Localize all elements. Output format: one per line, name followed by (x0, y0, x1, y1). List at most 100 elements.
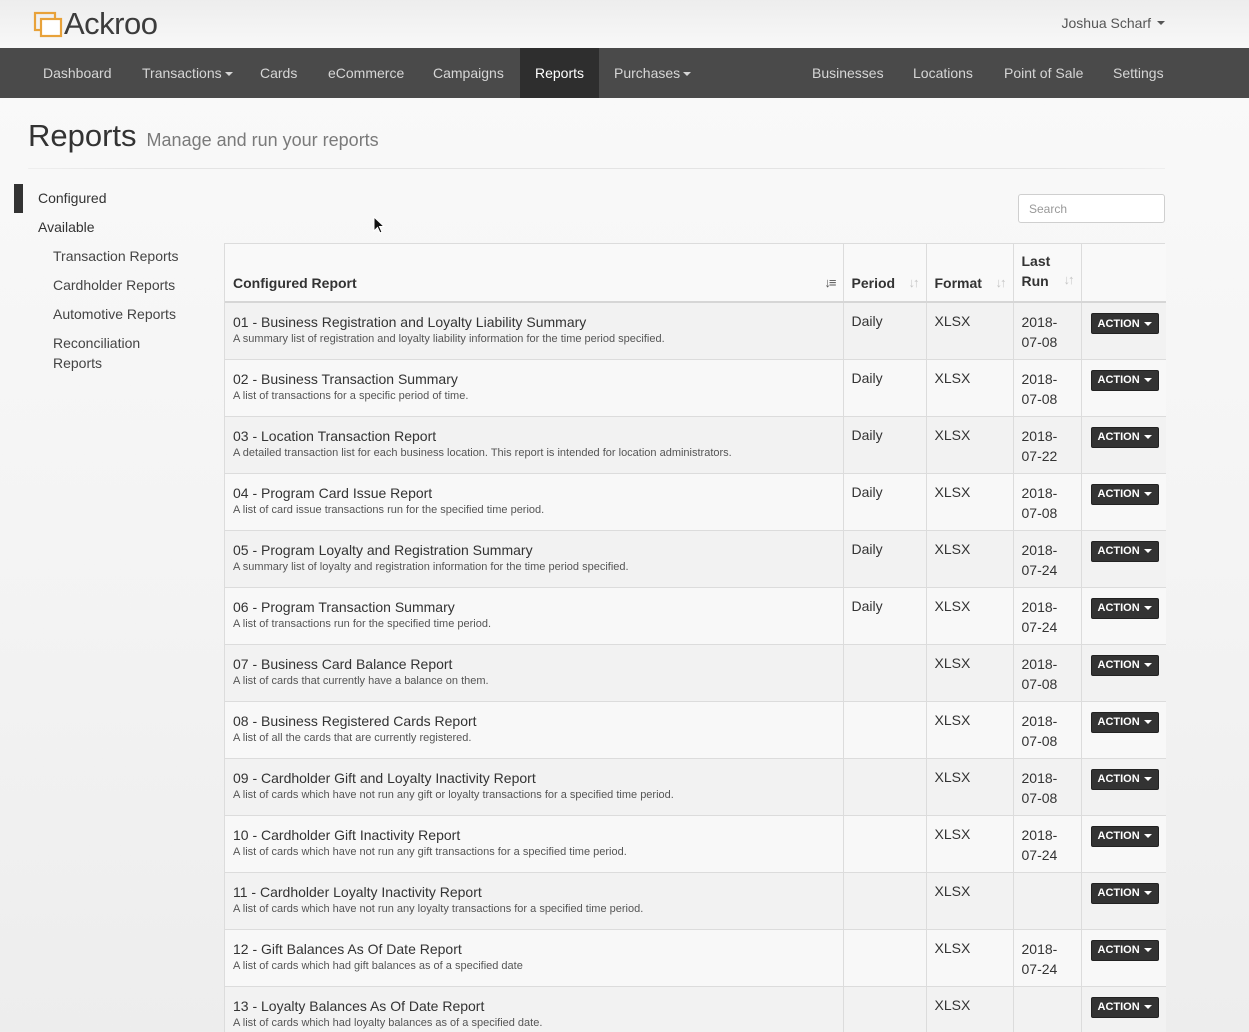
nav-purchases[interactable]: Purchases (600, 48, 705, 98)
nav-businesses[interactable]: Businesses (798, 48, 898, 98)
action-button-label: ACTION (1097, 431, 1140, 443)
action-cell: ACTION (1081, 701, 1166, 759)
report-name[interactable]: 02 - Business Transaction Summary (233, 370, 835, 388)
action-button[interactable]: ACTION (1090, 426, 1159, 448)
table-row[interactable]: 10 - Cardholder Gift Inactivity Report A … (225, 815, 1166, 873)
nav-reports[interactable]: Reports (520, 48, 599, 98)
nav-label: Locations (913, 65, 973, 81)
nav-ecommerce[interactable]: eCommerce (314, 48, 418, 98)
nav-cards[interactable]: Cards (246, 48, 311, 98)
logo-mark-icon (33, 10, 63, 38)
table-row[interactable]: 01 - Business Registration and Loyalty L… (225, 302, 1166, 360)
nav-dashboard[interactable]: Dashboard (29, 48, 126, 98)
column-header-actions (1081, 244, 1166, 303)
report-name[interactable]: 01 - Business Registration and Loyalty L… (233, 313, 835, 331)
report-description: A list of all the cards that are current… (233, 731, 472, 744)
action-button[interactable]: ACTION (1090, 939, 1159, 961)
column-header-last-run[interactable]: Last Run ↓↑ (1013, 244, 1082, 303)
table-row[interactable]: 02 - Business Transaction Summary A list … (225, 359, 1166, 417)
report-name[interactable]: 12 - Gift Balances As Of Date Report (233, 940, 835, 958)
table-row[interactable]: 05 - Program Loyalty and Registration Su… (225, 530, 1166, 588)
nav-label: Campaigns (433, 65, 504, 81)
last-run-part: 2018- (1021, 541, 1058, 558)
table-row[interactable]: 07 - Business Card Balance Report A list … (225, 644, 1166, 702)
report-name[interactable]: 08 - Business Registered Cards Report (233, 712, 835, 730)
action-button[interactable]: ACTION (1090, 597, 1159, 619)
active-indicator (14, 184, 23, 213)
table-row[interactable]: 03 - Location Transaction Report A detail… (225, 416, 1166, 474)
last-run-cell: 2018- 07-08 (1013, 302, 1082, 360)
report-name[interactable]: 13 - Loyalty Balances As Of Date Report (233, 997, 835, 1015)
report-name[interactable]: 03 - Location Transaction Report (233, 427, 835, 445)
period-cell (843, 872, 927, 930)
action-button[interactable]: ACTION (1090, 825, 1159, 847)
report-name[interactable]: 10 - Cardholder Gift Inactivity Report (233, 826, 835, 844)
format-cell: XLSX (926, 530, 1014, 588)
nav-point-of-sale[interactable]: Point of Sale (990, 48, 1097, 98)
nav-campaigns[interactable]: Campaigns (419, 48, 518, 98)
table-row[interactable]: 06 - Program Transaction Summary A list o… (225, 587, 1166, 645)
report-name[interactable]: 06 - Program Transaction Summary (233, 598, 835, 616)
period-cell: Daily (843, 359, 927, 417)
report-name[interactable]: 07 - Business Card Balance Report (233, 655, 835, 673)
period-cell: Daily (843, 587, 927, 645)
sidebar-item-cardholder-reports[interactable]: Cardholder Reports (53, 275, 175, 295)
table-row[interactable]: 12 - Gift Balances As Of Date Report A li… (225, 929, 1166, 987)
user-menu[interactable]: Joshua Scharf (1062, 15, 1165, 31)
report-cell: 01 - Business Registration and Loyalty L… (225, 302, 844, 360)
action-button[interactable]: ACTION (1090, 369, 1159, 391)
report-cell: 06 - Program Transaction Summary A list o… (225, 587, 844, 645)
search-input[interactable] (1018, 194, 1165, 223)
action-button[interactable]: ACTION (1090, 882, 1159, 904)
action-button[interactable]: ACTION (1090, 996, 1159, 1018)
action-button[interactable]: ACTION (1090, 654, 1159, 676)
caret-down-icon (1143, 378, 1152, 382)
nav-transactions[interactable]: Transactions (128, 48, 247, 98)
table-row[interactable]: 04 - Program Card Issue Report A list of … (225, 473, 1166, 531)
last-run-part: 07-24 (1021, 846, 1058, 863)
table-row[interactable]: 11 - Cardholder Loyalty Inactivity Repor… (225, 872, 1166, 930)
report-name[interactable]: 04 - Program Card Issue Report (233, 484, 835, 502)
report-name[interactable]: 11 - Cardholder Loyalty Inactivity Repor… (233, 883, 835, 901)
table-row[interactable]: 08 - Business Registered Cards Report A l… (225, 701, 1166, 759)
column-header-label: Period (851, 275, 896, 291)
format-value: XLSX (934, 825, 971, 842)
last-run-part: 2018- (1021, 484, 1058, 501)
report-name[interactable]: 09 - Cardholder Gift and Loyalty Inactiv… (233, 769, 835, 787)
action-button[interactable]: ACTION (1090, 483, 1159, 505)
sidebar-item-reconciliation-reports[interactable]: Reconciliation Reports (53, 333, 140, 373)
action-cell: ACTION (1081, 986, 1166, 1032)
sidebar-item-transaction-reports[interactable]: Transaction Reports (53, 246, 179, 266)
format-cell: XLSX (926, 473, 1014, 531)
format-value: XLSX (934, 483, 971, 500)
column-header-format[interactable]: Format ↓↑ (926, 244, 1014, 303)
action-button[interactable]: ACTION (1090, 768, 1159, 790)
sort-icon: ↓↑ (1063, 272, 1075, 287)
format-value: XLSX (934, 426, 971, 443)
reports-table: Configured Report ↓≡ Period ↓↑ Format ↓↑… (224, 243, 1166, 1032)
sidebar-item-configured[interactable]: Configured (38, 188, 107, 208)
column-header-report[interactable]: Configured Report ↓≡ (225, 244, 844, 303)
last-run-value: 2018- 07-22 (1022, 426, 1073, 466)
nav-settings[interactable]: Settings (1099, 48, 1178, 98)
report-name[interactable]: 05 - Program Loyalty and Registration Su… (233, 541, 835, 559)
report-description: A list of cards which had gift balances … (233, 959, 523, 972)
nav-locations[interactable]: Locations (899, 48, 987, 98)
action-button[interactable]: ACTION (1090, 711, 1159, 733)
column-header-period[interactable]: Period ↓↑ (843, 244, 927, 303)
action-button[interactable]: ACTION (1090, 313, 1159, 334)
last-run-cell (1013, 872, 1082, 930)
period-cell (843, 758, 927, 816)
nav-label: Reports (534, 65, 585, 81)
page-title: Reports (28, 118, 137, 153)
table-row[interactable]: 09 - Cardholder Gift and Loyalty Inactiv… (225, 758, 1166, 816)
action-button[interactable]: ACTION (1090, 540, 1159, 562)
table-row[interactable]: 13 - Loyalty Balances As Of Date Report A… (225, 986, 1166, 1032)
ackroo-logo[interactable]: Ackroo (33, 6, 158, 42)
period-cell: Daily (843, 530, 927, 588)
sidebar-item-available[interactable]: Available (38, 217, 95, 237)
sidebar-item-automotive-reports[interactable]: Automotive Reports (53, 304, 176, 324)
last-run-cell: 2018- 07-24 (1013, 815, 1082, 873)
report-cell: 05 - Program Loyalty and Registration Su… (225, 530, 844, 588)
report-description: A detailed transaction list for each bus… (233, 446, 732, 459)
